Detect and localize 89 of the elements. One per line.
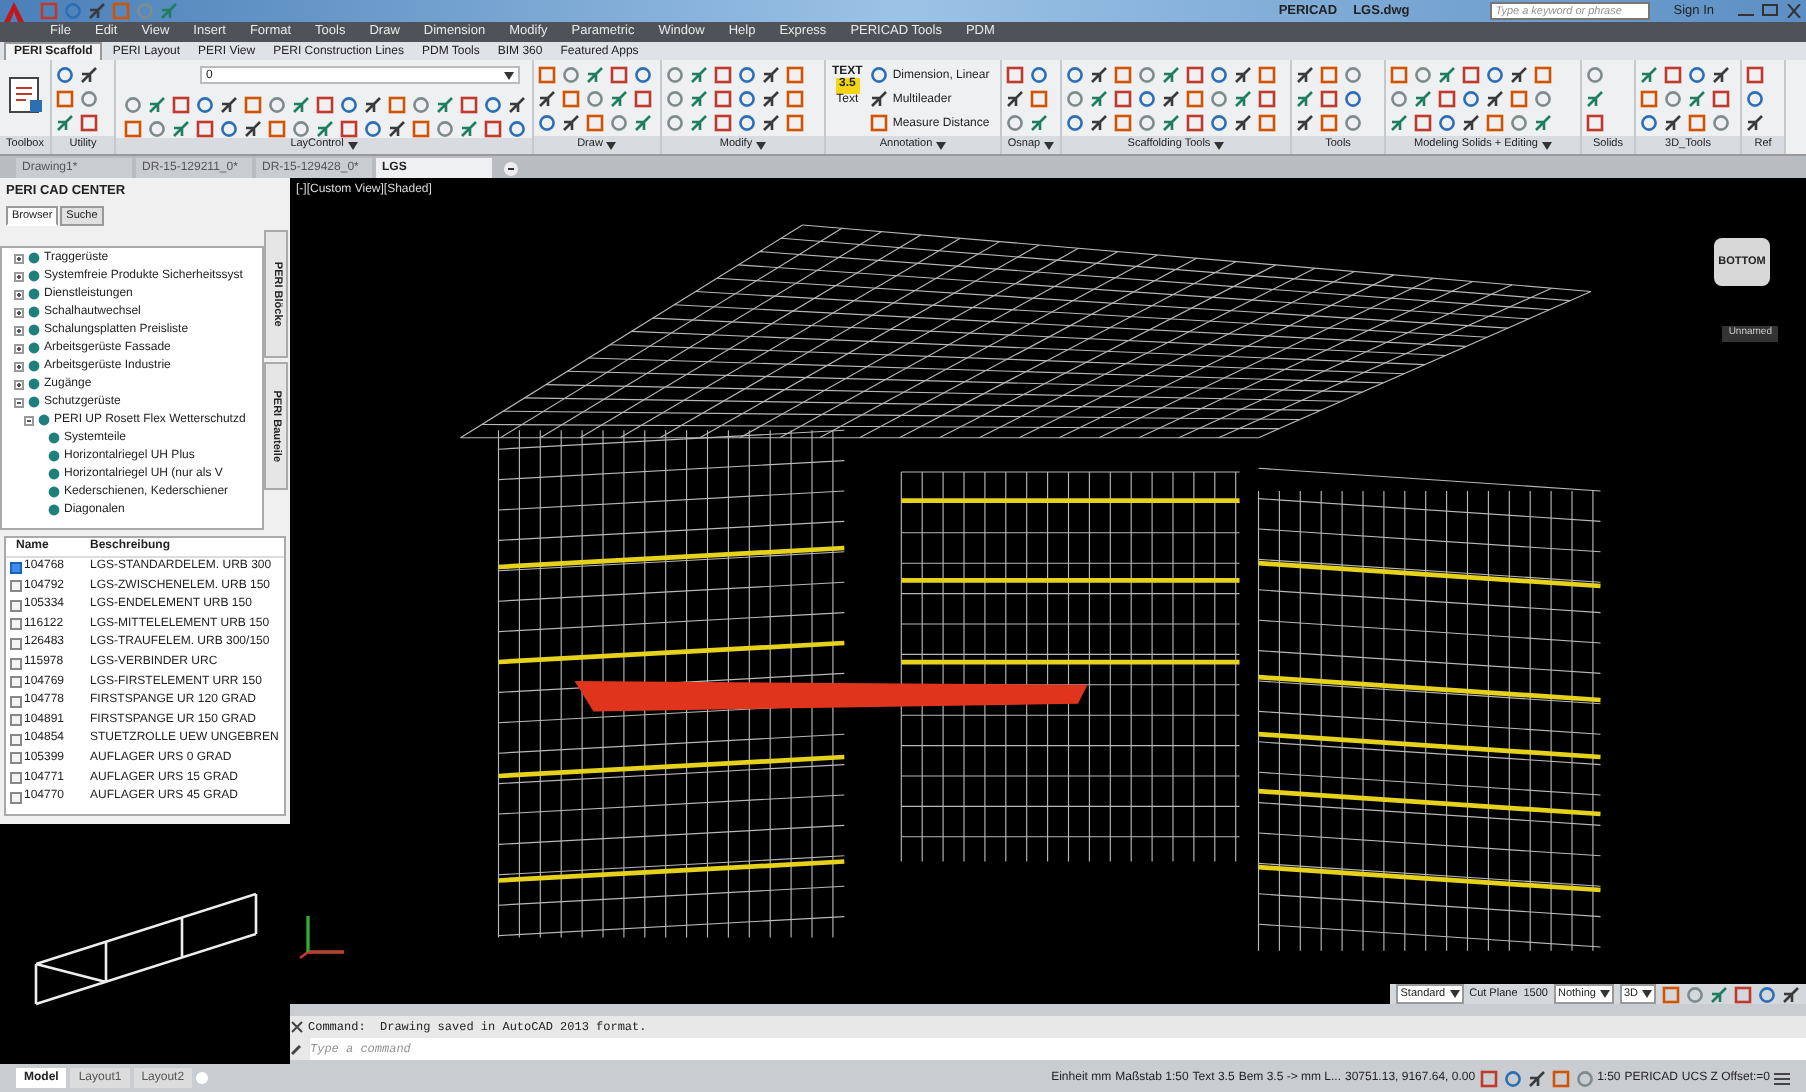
maximize-icon[interactable] bbox=[1762, 4, 1778, 16]
tool-icon[interactable] bbox=[870, 66, 889, 84]
tool-icon[interactable] bbox=[1534, 114, 1552, 132]
row-icon[interactable] bbox=[10, 676, 22, 689]
expand-icon[interactable] bbox=[14, 271, 24, 282]
tool-icon[interactable] bbox=[388, 120, 406, 138]
collapse-icon[interactable] bbox=[14, 397, 24, 408]
tool-icon[interactable] bbox=[634, 114, 652, 132]
row-icon[interactable] bbox=[10, 733, 22, 746]
tool-icon[interactable] bbox=[508, 96, 526, 114]
tool-icon[interactable] bbox=[1296, 90, 1314, 108]
tool-icon[interactable] bbox=[436, 96, 454, 114]
row-icon[interactable] bbox=[10, 637, 22, 650]
expand-icon[interactable] bbox=[14, 289, 24, 300]
tool-icon[interactable] bbox=[1030, 114, 1048, 132]
tool-icon[interactable] bbox=[316, 120, 334, 138]
toolbox-icon[interactable] bbox=[7, 76, 43, 116]
row-icon[interactable] bbox=[10, 714, 22, 727]
caret-icon bbox=[1599, 990, 1610, 998]
menu-icon[interactable] bbox=[1774, 1071, 1790, 1085]
tool-icon[interactable] bbox=[1746, 114, 1764, 132]
tool-icon[interactable] bbox=[690, 114, 708, 132]
tool-icon[interactable] bbox=[1510, 66, 1528, 84]
tool-icon[interactable] bbox=[1462, 114, 1480, 132]
caret-icon bbox=[1449, 990, 1460, 998]
tool-icon[interactable] bbox=[172, 120, 190, 138]
row-icon[interactable] bbox=[10, 599, 22, 612]
tool-icon[interactable] bbox=[1090, 90, 1108, 108]
tool-icon[interactable] bbox=[1234, 66, 1252, 84]
tool-icon[interactable] bbox=[1438, 66, 1456, 84]
tool-icon[interactable] bbox=[1688, 90, 1706, 108]
tool-icon[interactable] bbox=[762, 90, 780, 108]
expand-icon[interactable] bbox=[14, 253, 24, 264]
tool-icon[interactable] bbox=[538, 90, 556, 108]
new-tab-icon[interactable] bbox=[504, 162, 518, 176]
tool-icon[interactable] bbox=[586, 66, 604, 84]
expand-icon[interactable] bbox=[14, 379, 24, 390]
tool-icon[interactable] bbox=[1162, 90, 1180, 108]
tool-icon[interactable] bbox=[1586, 90, 1604, 108]
tool-icon[interactable] bbox=[1006, 90, 1024, 108]
caret-icon bbox=[504, 71, 514, 79]
row-icon[interactable] bbox=[10, 752, 22, 765]
caret-icon bbox=[1642, 990, 1652, 998]
tool-icon[interactable] bbox=[1090, 114, 1108, 132]
tool-icon[interactable] bbox=[56, 114, 74, 132]
tool-icon[interactable] bbox=[610, 90, 628, 108]
tool-icon[interactable] bbox=[244, 120, 262, 138]
tool-icon[interactable] bbox=[870, 90, 889, 108]
tool-icon[interactable] bbox=[1390, 114, 1408, 132]
row-icon[interactable] bbox=[10, 772, 22, 785]
tool-icon[interactable] bbox=[1296, 114, 1314, 132]
collapse-icon[interactable] bbox=[24, 415, 34, 426]
tool-icon[interactable] bbox=[460, 120, 478, 138]
expand-icon[interactable] bbox=[14, 343, 24, 354]
tool-icon[interactable] bbox=[1234, 114, 1252, 132]
row-icon[interactable] bbox=[10, 580, 22, 593]
tool-icon[interactable] bbox=[80, 66, 98, 84]
tool-icon[interactable] bbox=[364, 96, 382, 114]
tool-icon[interactable] bbox=[1664, 114, 1682, 132]
row-icon[interactable] bbox=[10, 695, 22, 708]
row-icon[interactable] bbox=[10, 618, 22, 631]
tool-icon[interactable] bbox=[1782, 985, 1800, 1003]
tool-icon[interactable] bbox=[562, 114, 580, 132]
tool-icon[interactable] bbox=[148, 96, 166, 114]
row-icon[interactable] bbox=[10, 561, 22, 574]
tool-icon[interactable] bbox=[1414, 90, 1432, 108]
tool-icon[interactable] bbox=[220, 96, 238, 114]
row-icon[interactable] bbox=[10, 657, 22, 670]
tool-icon[interactable] bbox=[292, 96, 310, 114]
tool-icon[interactable] bbox=[1486, 90, 1504, 108]
tool-icon[interactable] bbox=[1296, 66, 1314, 84]
expand-icon[interactable] bbox=[14, 307, 24, 318]
tool-icon[interactable] bbox=[762, 66, 780, 84]
close-icon[interactable] bbox=[290, 1020, 304, 1034]
row-icon[interactable] bbox=[10, 791, 22, 804]
expand-icon[interactable] bbox=[14, 361, 24, 372]
tool-icon[interactable] bbox=[1162, 66, 1180, 84]
close-icon[interactable] bbox=[1786, 4, 1802, 18]
tool-icon[interactable] bbox=[690, 90, 708, 108]
tool-icon[interactable] bbox=[1162, 114, 1180, 132]
tool-icon[interactable] bbox=[1090, 66, 1108, 84]
tool-icon[interactable] bbox=[1586, 114, 1604, 132]
tool-icon[interactable] bbox=[1640, 66, 1658, 84]
tool-icon[interactable] bbox=[1712, 66, 1730, 84]
expand-icon[interactable] bbox=[14, 325, 24, 336]
tool-icon[interactable] bbox=[762, 114, 780, 132]
tool-icon[interactable] bbox=[1527, 1069, 1546, 1087]
tool-icon[interactable] bbox=[690, 66, 708, 84]
tool-icon[interactable] bbox=[1234, 90, 1252, 108]
